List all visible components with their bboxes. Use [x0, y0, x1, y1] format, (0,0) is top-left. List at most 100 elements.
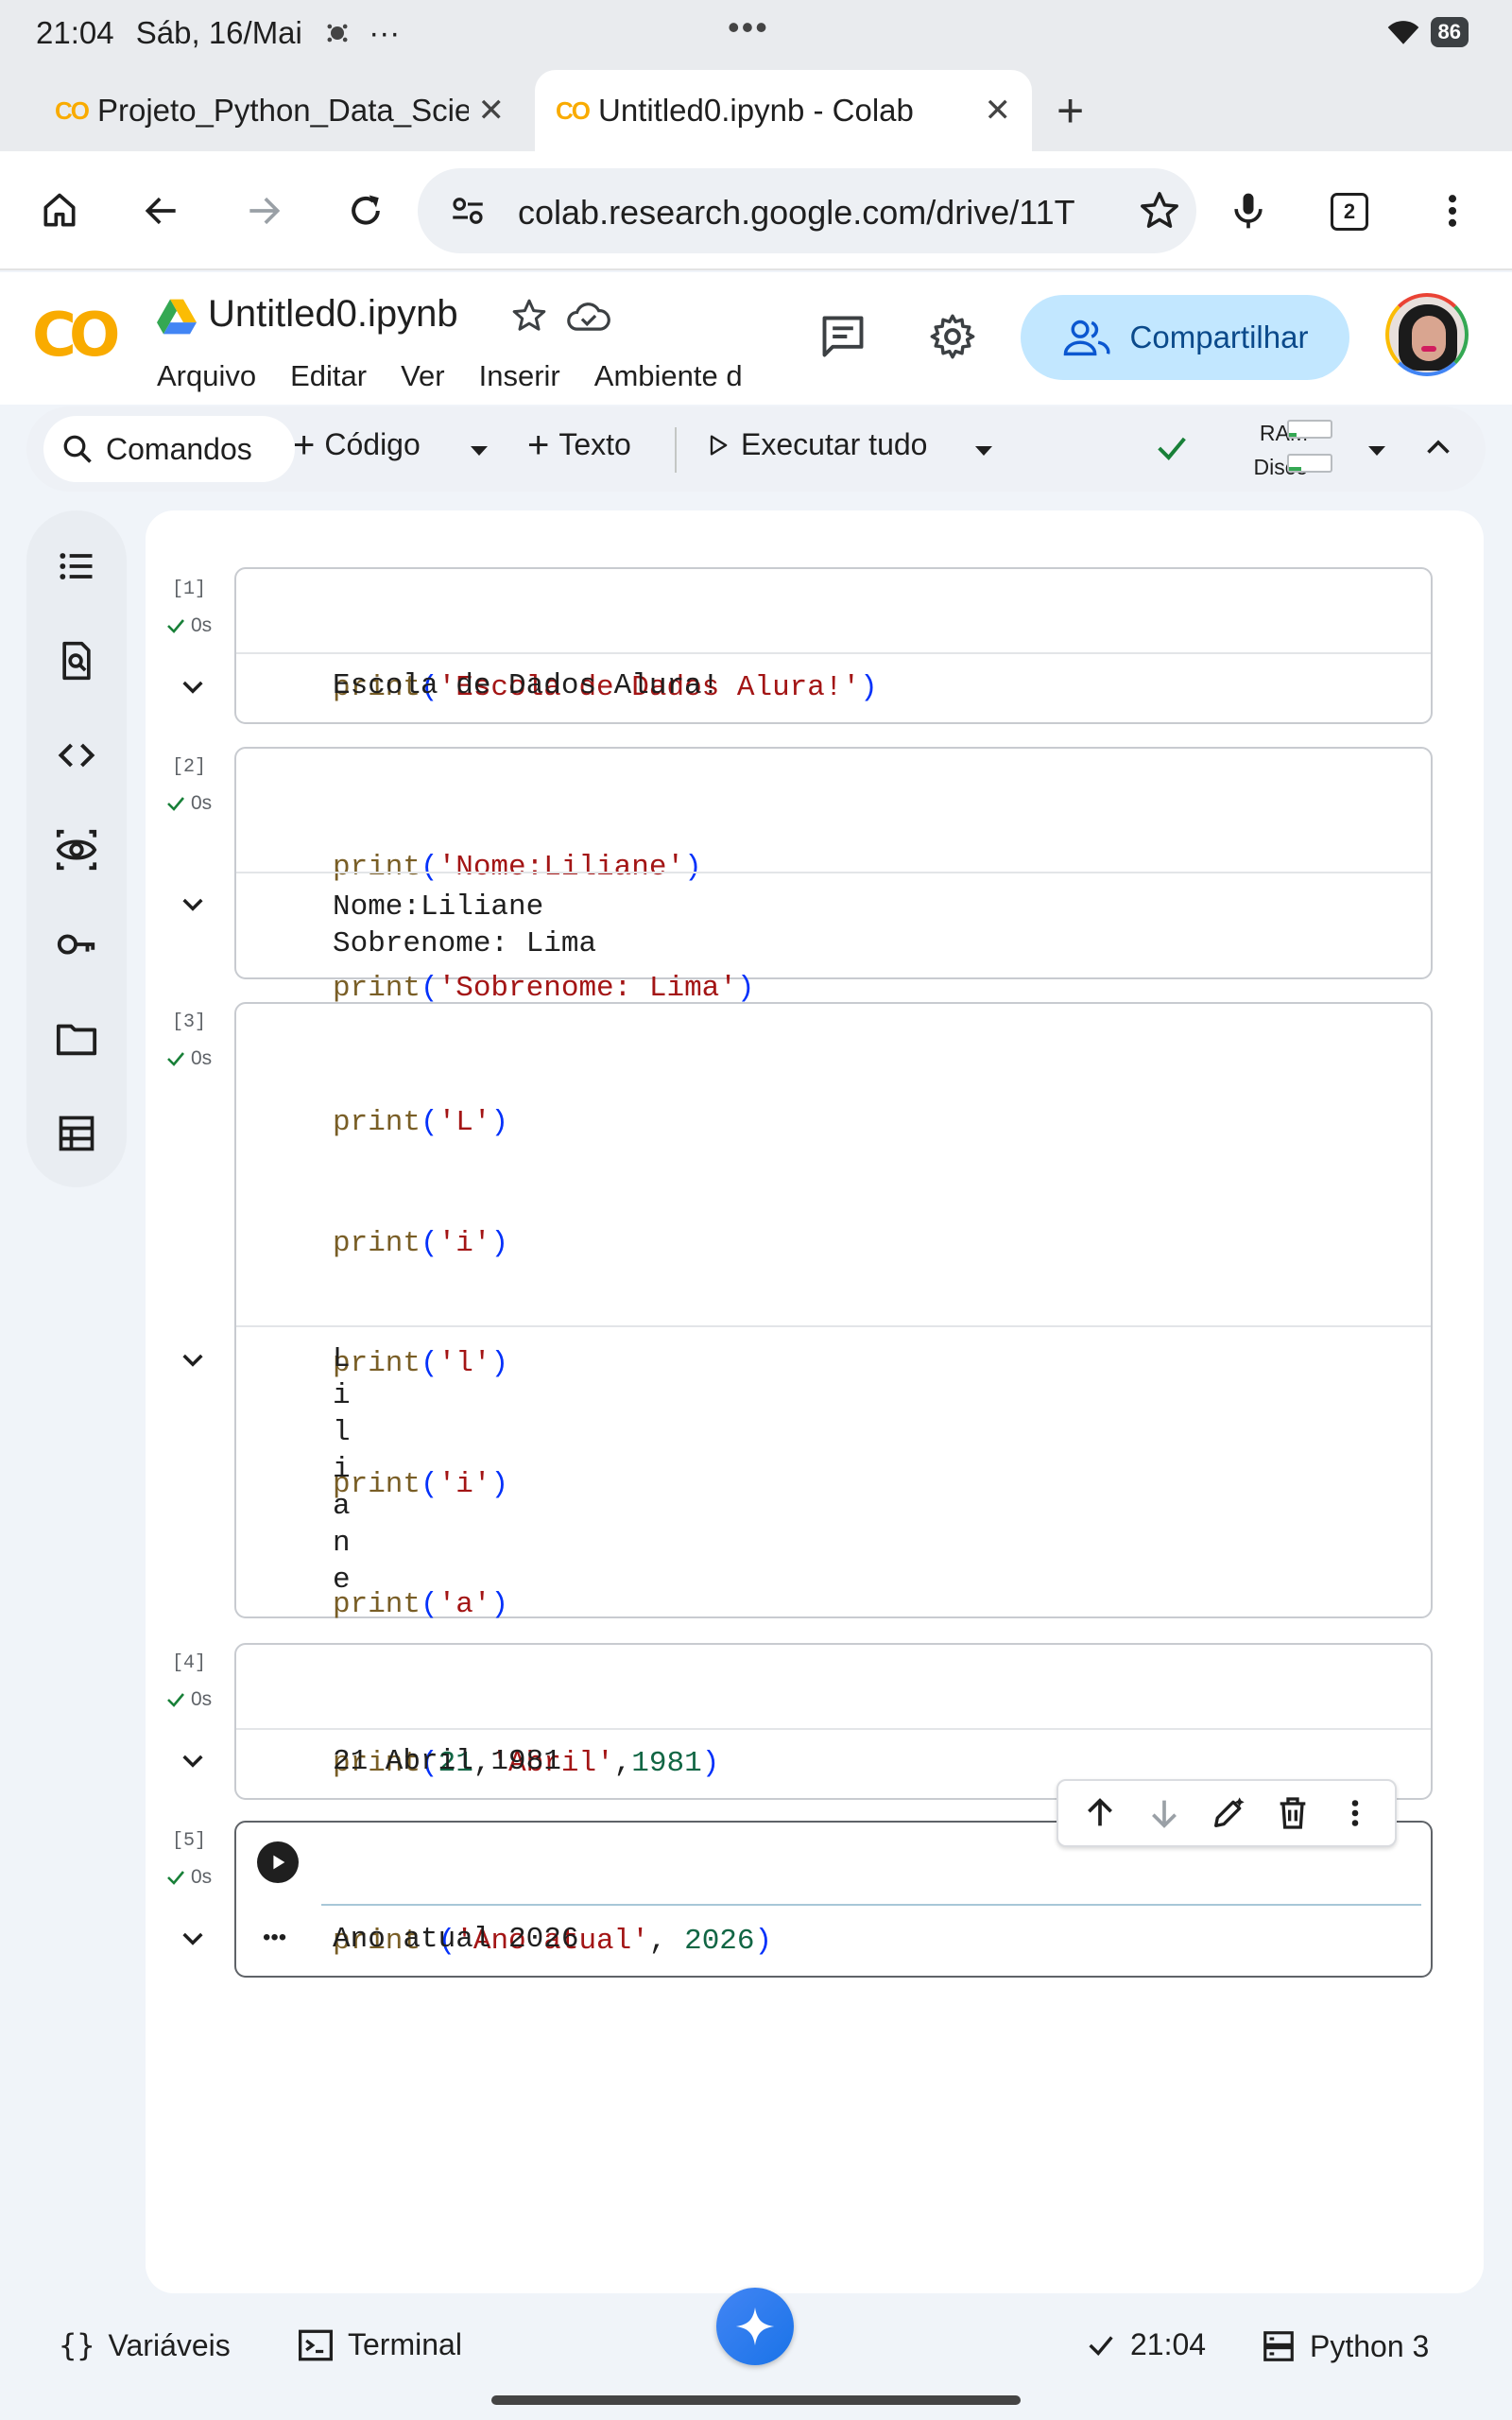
cell-exec-count: [5] — [172, 1830, 207, 1852]
code-cell[interactable]: print('L') print('i') print('l') print('… — [234, 1002, 1433, 1862]
secrets-icon[interactable] — [55, 828, 98, 872]
search-icon — [63, 435, 92, 463]
status-extra: ··· — [369, 15, 401, 50]
runtime-indicator[interactable]: Python 3 — [1261, 2327, 1429, 2365]
more-vert-icon[interactable] — [1419, 178, 1486, 244]
code-cell[interactable]: print('Escola de Dados Alura!') Escola d… — [234, 567, 1433, 724]
cell-output: 21 Abril 1981 — [333, 1745, 561, 1778]
cell-time-value: 0s — [191, 1688, 213, 1710]
resources-dropdown-icon[interactable] — [1368, 446, 1385, 456]
check-icon — [167, 1052, 184, 1066]
browser-tab-projeto[interactable]: CO Projeto_Python_Data_Scien ✕ — [34, 70, 525, 151]
braces-icon: {} — [59, 2327, 95, 2363]
cell-output: L i l i a n e — [333, 1342, 351, 1597]
home-icon[interactable] — [26, 178, 93, 244]
avatar[interactable] — [1385, 293, 1469, 376]
table-icon[interactable] — [55, 1112, 98, 1155]
connected-check-icon — [1158, 437, 1186, 460]
terminal-icon — [299, 2329, 333, 2360]
move-up-icon[interactable] — [1081, 1794, 1119, 1832]
menu-ambiente[interactable]: Ambiente d — [594, 359, 743, 393]
code-line: print('Nome:Liliane') — [333, 851, 702, 884]
runtime-label: Python 3 — [1310, 2328, 1430, 2363]
run-all-dropdown-icon[interactable] — [975, 446, 992, 456]
folder-icon[interactable] — [55, 1017, 98, 1061]
menu-ver[interactable]: Ver — [401, 359, 445, 393]
gemini-button[interactable] — [716, 2288, 794, 2365]
ram-meter — [1287, 420, 1332, 439]
battery-icon: 86 — [1430, 17, 1469, 47]
browser-toolbar: colab.research.google.com/drive/11T 2 — [0, 151, 1512, 270]
window-handle-icon[interactable]: ••• — [728, 8, 769, 47]
share-button[interactable]: Compartilhar — [1021, 295, 1349, 380]
settings-gear-icon[interactable] — [928, 312, 977, 361]
more-vert-icon[interactable] — [1338, 1794, 1372, 1832]
new-tab-icon[interactable]: + — [1057, 83, 1084, 138]
notification-icon — [327, 24, 348, 43]
menu-arquivo[interactable]: Arquivo — [157, 359, 256, 393]
cell-time-value: 0s — [191, 792, 213, 814]
add-code-button[interactable]: + Código — [293, 424, 421, 466]
terminal-button[interactable]: Terminal — [297, 2327, 462, 2362]
home-indicator[interactable] — [491, 2395, 1021, 2405]
add-text-button[interactable]: + Texto — [527, 424, 631, 466]
google-drive-icon[interactable] — [157, 299, 197, 335]
plus-icon: + — [293, 424, 316, 466]
reload-icon[interactable] — [333, 178, 399, 244]
back-icon[interactable] — [129, 178, 195, 244]
run-all-button[interactable]: Executar tudo — [705, 427, 927, 462]
code-snippets-icon[interactable] — [55, 734, 98, 777]
output-collapse-chevron-icon[interactable] — [178, 1745, 208, 1775]
forward-icon[interactable] — [231, 178, 297, 244]
add-text-label: Texto — [558, 427, 631, 461]
share-label: Compartilhar — [1129, 320, 1309, 354]
mic-icon[interactable] — [1215, 178, 1281, 244]
code-dropdown-icon[interactable] — [471, 446, 488, 456]
url-text[interactable]: colab.research.google.com/drive/11T — [518, 193, 1104, 233]
editor-focus-line — [321, 1904, 1421, 1906]
menu-editar[interactable]: Editar — [290, 359, 367, 393]
edit-icon[interactable] — [1210, 1794, 1247, 1832]
menu-inserir[interactable]: Inserir — [479, 359, 560, 393]
close-tab-icon[interactable]: ✕ — [985, 92, 1012, 130]
key-icon[interactable] — [55, 923, 98, 966]
code-cell[interactable]: print('Nome:Liliane') print('Sobrenome: … — [234, 747, 1433, 1005]
delete-icon[interactable] — [1274, 1794, 1312, 1832]
collapse-chevron-up-icon[interactable] — [1421, 431, 1455, 465]
site-settings-icon[interactable] — [448, 191, 488, 231]
address-bar[interactable]: colab.research.google.com/drive/11T — [418, 168, 1196, 253]
notebook-title[interactable]: Untitled0.ipynb — [208, 293, 458, 336]
star-icon[interactable] — [510, 297, 548, 335]
close-tab-icon[interactable]: ✕ — [478, 92, 506, 130]
check-icon — [167, 797, 184, 811]
run-cell-button[interactable] — [257, 1841, 299, 1883]
commands-button[interactable]: Comandos — [43, 416, 295, 482]
toc-icon[interactable] — [55, 544, 98, 588]
comments-icon[interactable] — [818, 312, 868, 361]
move-down-icon[interactable] — [1145, 1794, 1183, 1832]
plus-icon: + — [527, 424, 550, 466]
output-actions-icon[interactable]: ••• — [263, 1925, 286, 1951]
play-icon — [273, 1855, 285, 1870]
bookmark-star-icon[interactable] — [1138, 189, 1181, 233]
cell-time-value: 0s — [191, 1866, 213, 1888]
avatar-lips — [1421, 346, 1436, 352]
cloud-saved-icon[interactable] — [567, 299, 610, 333]
browser-tab-untitled[interactable]: CO Untitled0.ipynb - Colab ✕ — [535, 70, 1032, 151]
find-icon[interactable] — [55, 639, 98, 683]
output-collapse-chevron-icon[interactable] — [178, 1923, 208, 1953]
output-collapse-chevron-icon[interactable] — [178, 889, 208, 919]
status-right: 86 — [1387, 13, 1469, 51]
last-run-status[interactable]: 21:04 — [1085, 2327, 1206, 2362]
variables-button[interactable]: {} Variáveis — [59, 2327, 231, 2363]
status-date: Sáb, 16/Mai — [135, 15, 302, 50]
output-collapse-chevron-icon[interactable] — [178, 1344, 208, 1374]
tab-switcher-icon[interactable]: 2 — [1331, 193, 1368, 231]
colab-header: CO Untitled0.ipynb Arquivo Editar Ver In… — [0, 272, 1512, 405]
code-cell[interactable]: print(21,'Abril',1981) 21 Abril 1981 — [234, 1643, 1433, 1800]
terminal-label: Terminal — [348, 2327, 462, 2361]
variables-label: Variáveis — [108, 2327, 231, 2362]
play-outline-icon — [710, 435, 728, 455]
output-collapse-chevron-icon[interactable] — [178, 671, 208, 701]
colab-logo[interactable]: CO — [32, 301, 120, 371]
